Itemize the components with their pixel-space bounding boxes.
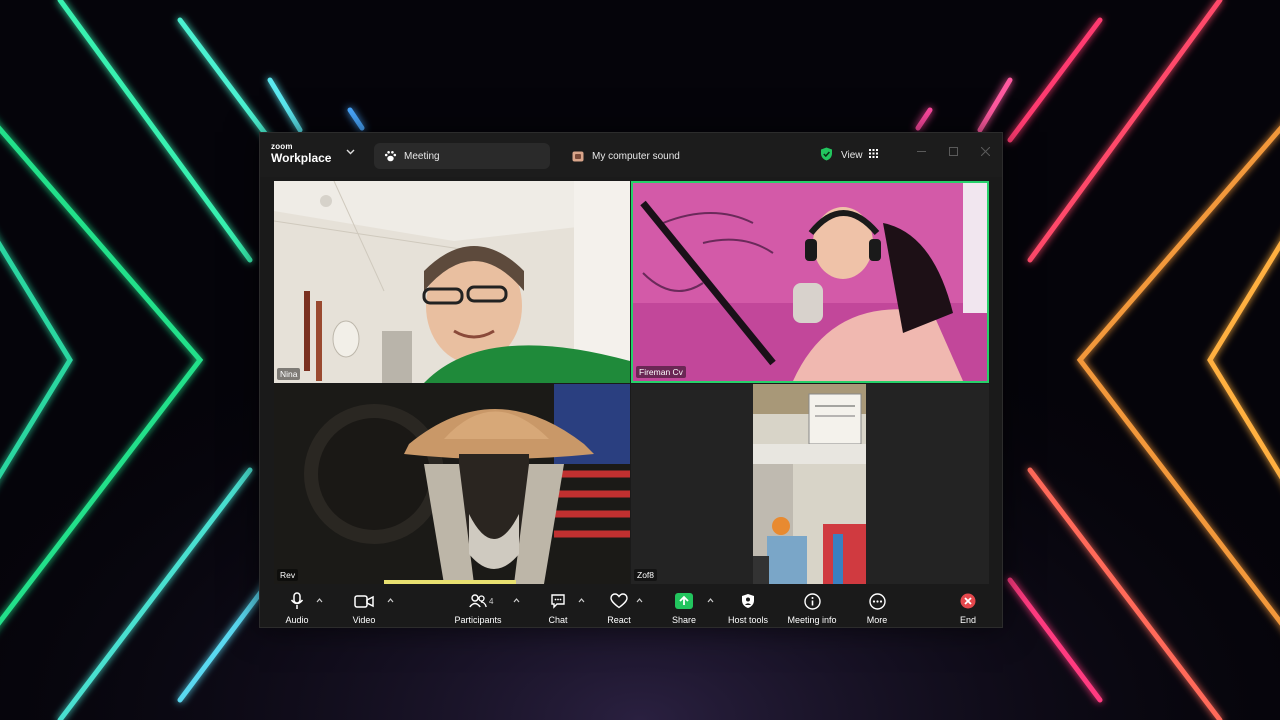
more-button[interactable]: More: [847, 591, 907, 625]
end-close-icon: [938, 591, 998, 611]
title-bar: zoom Workplace Meeting My computer sound: [260, 133, 1002, 177]
minimize-icon[interactable]: [917, 147, 926, 159]
nina-video-feed: [274, 181, 630, 383]
audio-label: Audio: [285, 615, 309, 625]
more-label: More: [866, 615, 888, 625]
more-dots-icon: [847, 591, 907, 611]
video-camera-icon: [334, 591, 394, 611]
view-label: View: [841, 149, 863, 161]
chat-label: Chat: [548, 615, 568, 625]
rev-video-feed: [274, 384, 630, 584]
video-tile-zof8[interactable]: Zof8: [631, 384, 989, 584]
share-button[interactable]: Share: [654, 591, 714, 625]
share-label: Share: [671, 615, 697, 625]
react-label: React: [607, 615, 631, 625]
audio-options-caret-icon[interactable]: [316, 595, 323, 605]
maximize-icon[interactable]: [949, 147, 958, 159]
security-shield-icon: [820, 147, 833, 164]
participant-name-label: Nina: [277, 368, 301, 380]
zoom-workplace-logo[interactable]: zoom Workplace: [271, 142, 332, 165]
share-arrow-icon: [654, 591, 714, 611]
close-icon[interactable]: [980, 146, 991, 159]
video-options-caret-icon[interactable]: [387, 595, 394, 605]
grid-view-icon: [868, 149, 878, 161]
meeting-toolbar: Audio Video Participants 4 Chat React Sh…: [260, 585, 1002, 627]
participant-name-label: Fireman Cv: [636, 366, 686, 378]
view-button[interactable]: View: [820, 145, 878, 165]
video-tile-rev[interactable]: Rev: [274, 384, 630, 584]
host-tools-label: Host tools: [727, 615, 769, 625]
meeting-info-label: Meeting info: [787, 615, 837, 625]
share-options-caret-icon[interactable]: [707, 595, 714, 605]
participants-button[interactable]: Participants: [448, 591, 508, 625]
participant-name-label: Zof8: [634, 569, 658, 581]
participants-label: Participants: [454, 615, 502, 625]
shield-icon: [718, 591, 778, 611]
participant-name-label: Rev: [277, 569, 299, 581]
end-label: End: [959, 615, 976, 625]
zof8-video-feed: [753, 384, 866, 584]
video-button[interactable]: Video: [334, 591, 394, 625]
chevron-down-icon[interactable]: [346, 147, 355, 158]
chat-options-caret-icon[interactable]: [578, 595, 585, 605]
paw-icon: [382, 150, 398, 162]
participant-count: 4: [489, 597, 494, 606]
video-tile-nina[interactable]: Nina: [274, 181, 630, 383]
tab-meeting[interactable]: Meeting: [374, 143, 550, 169]
zoom-window: zoom Workplace Meeting My computer sound: [259, 132, 1003, 628]
end-button[interactable]: End: [938, 591, 998, 625]
tab-sound-label: My computer sound: [592, 150, 680, 162]
tab-my-computer-sound[interactable]: My computer sound: [562, 143, 732, 169]
react-options-caret-icon[interactable]: [636, 595, 643, 605]
app-thumbnail-icon: [570, 151, 586, 162]
video-label: Video: [352, 615, 376, 625]
fireman-video-feed: [633, 183, 987, 381]
host-tools-button[interactable]: Host tools: [718, 591, 778, 625]
meeting-info-button[interactable]: Meeting info: [782, 591, 842, 625]
tab-meeting-label: Meeting: [404, 150, 440, 162]
info-icon: [782, 591, 842, 611]
participants-options-caret-icon[interactable]: [513, 595, 520, 605]
video-tile-fireman-cv[interactable]: Fireman Cv: [631, 181, 989, 383]
logo-large-text: Workplace: [271, 151, 332, 165]
logo-small-text: zoom: [271, 142, 293, 151]
participants-icon: [448, 591, 508, 611]
